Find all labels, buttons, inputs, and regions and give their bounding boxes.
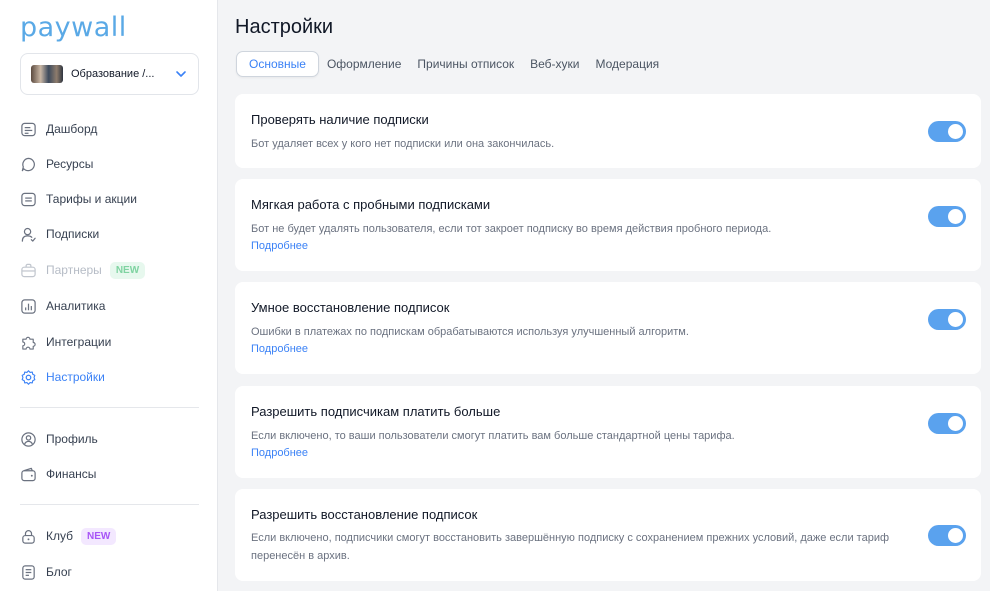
sidebar-item-label: Финансы (46, 467, 97, 481)
tab-unsubscribe-reasons[interactable]: Причины отписок (409, 51, 522, 77)
sidebar-item-label: Тарифы и акции (46, 192, 137, 206)
pay-more-toggle[interactable] (928, 413, 966, 434)
sidebar-item-profile[interactable]: Профиль (20, 428, 98, 450)
sidebar-item-resources[interactable]: Ресурсы (20, 153, 93, 175)
restore-subscriptions-toggle[interactable] (928, 525, 966, 546)
setting-title: Умное восстановление подписок (251, 300, 450, 315)
chevron-down-icon (176, 71, 186, 77)
sidebar-item-label: Блог (46, 565, 72, 579)
sidebar-item-label: Дашборд (46, 122, 98, 136)
setting-description: Если включено, подписчики смогут восстан… (251, 532, 890, 562)
sidebar-item-subscriptions[interactable]: Подписки (20, 223, 99, 245)
sidebar-item-club[interactable]: Клуб NEW (20, 525, 117, 547)
project-avatar (31, 65, 63, 83)
sidebar-item-dashboard[interactable]: Дашборд (20, 118, 97, 140)
setting-description: Бот удаляет всех у кого нет подписки или… (251, 138, 555, 150)
briefcase-icon (21, 263, 36, 277)
tab-webhooks[interactable]: Веб-хуки (522, 51, 587, 77)
toggle-knob (948, 209, 963, 224)
sidebar-item-label: Клуб (46, 529, 73, 543)
sidebar-item-settings[interactable]: Настройки (20, 366, 105, 388)
chart-icon (21, 298, 36, 314)
toggle-knob (948, 416, 963, 431)
setting-card-soft-trial: Мягкая работа с пробными подписками Бот … (235, 179, 981, 271)
tab-moderation[interactable]: Модерация (588, 51, 668, 77)
sidebar-item-label: Настройки (46, 370, 105, 384)
tab-appearance[interactable]: Оформление (319, 51, 409, 77)
smart-recovery-toggle[interactable] (928, 309, 966, 330)
page-title: Настройки (235, 16, 334, 38)
learn-more-link[interactable]: Подробнее (251, 447, 308, 459)
sidebar-item-label: Профиль (46, 432, 98, 446)
setting-card-restore-subscriptions: Разрешить восстановление подписок Если в… (235, 489, 981, 581)
sidebar-item-partners[interactable]: Партнеры NEW (20, 259, 146, 281)
sidebar-item-label: Аналитика (46, 299, 106, 313)
paywall-logo[interactable]: paywall (20, 12, 127, 43)
new-badge: NEW (81, 527, 117, 545)
settings-tabs: Основные Оформление Причины отписок Веб-… (236, 51, 667, 77)
sidebar-item-label: Интеграции (46, 335, 112, 349)
tariff-icon (21, 192, 36, 206)
dashboard-icon (21, 122, 36, 136)
lock-icon (22, 529, 35, 544)
setting-card-check-subscription: Проверять наличие подписки Бот удаляет в… (235, 94, 981, 168)
toggle-knob (948, 528, 963, 543)
setting-card-smart-recovery: Умное восстановление подписок Ошибки в п… (235, 282, 981, 374)
new-badge: NEW (109, 261, 146, 279)
learn-more-link[interactable]: Подробнее (251, 343, 308, 355)
setting-title: Разрешить восстановление подписок (251, 507, 478, 522)
project-selector[interactable]: Образование /... (20, 53, 199, 95)
sidebar-item-finance[interactable]: Финансы (20, 463, 96, 485)
sidebar: paywall Образование /... Дашборд Ресурсы… (0, 0, 218, 591)
wallet-icon (21, 467, 36, 481)
sidebar-item-integrations[interactable]: Интеграции (20, 331, 111, 353)
setting-description: Если включено, то ваши пользователи смог… (251, 430, 735, 442)
setting-description: Бот не будет удалять пользователя, если … (251, 223, 772, 235)
puzzle-icon (22, 336, 36, 350)
blog-icon (22, 564, 35, 580)
toggle-knob (948, 124, 963, 139)
gear-icon (21, 369, 36, 385)
project-name: Образование /... (71, 68, 155, 80)
soft-trial-toggle[interactable] (928, 206, 966, 227)
setting-description: Ошибки в платежах по подпискам обрабатыв… (251, 326, 689, 338)
learn-more-link[interactable]: Подробнее (251, 240, 308, 252)
sidebar-item-label: Ресурсы (46, 157, 94, 171)
sidebar-item-tariffs[interactable]: Тарифы и акции (20, 188, 137, 210)
setting-card-pay-more: Разрешить подписчикам платить больше Есл… (235, 386, 981, 478)
check-subscription-toggle[interactable] (928, 121, 966, 142)
profile-icon (21, 431, 36, 447)
sidebar-item-label: Партнеры (46, 263, 102, 277)
tab-general[interactable]: Основные (236, 51, 319, 77)
sidebar-divider (20, 504, 199, 505)
setting-title: Мягкая работа с пробными подписками (251, 197, 491, 212)
user-icon (21, 227, 36, 242)
sidebar-item-analytics[interactable]: Аналитика (20, 295, 105, 317)
toggle-knob (948, 312, 963, 327)
setting-title: Разрешить подписчикам платить больше (251, 404, 501, 419)
sidebar-item-label: Подписки (46, 227, 100, 241)
sidebar-divider (20, 407, 199, 408)
setting-title: Проверять наличие подписки (251, 112, 429, 127)
sidebar-item-blog[interactable]: Блог (20, 561, 72, 583)
chat-icon (21, 157, 35, 171)
